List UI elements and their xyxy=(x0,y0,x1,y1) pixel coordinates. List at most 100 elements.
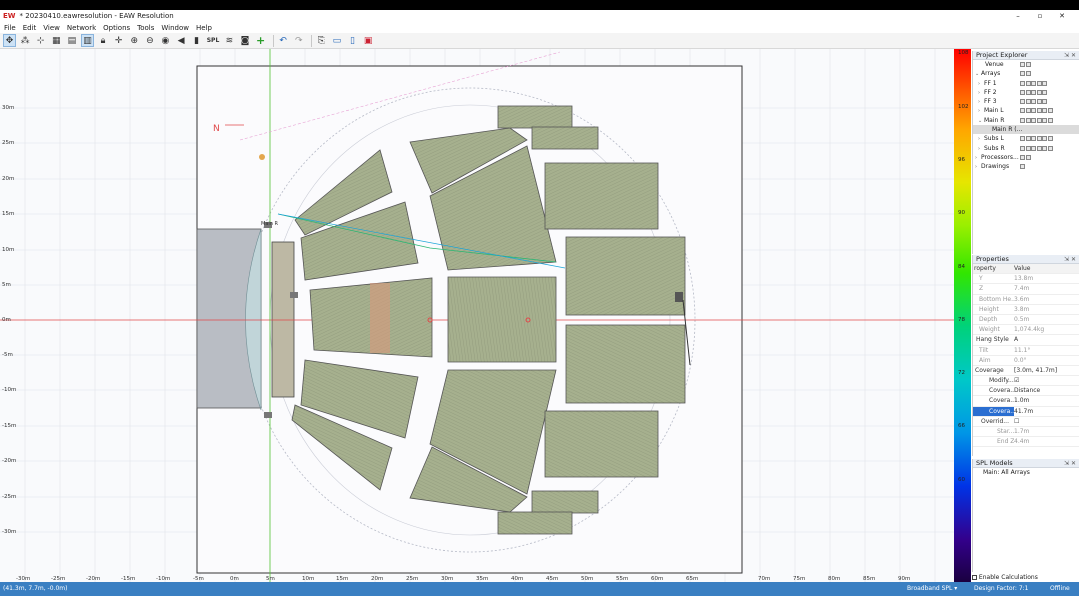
print-icon[interactable]: ▭ xyxy=(330,34,343,47)
property-row-coverage[interactable]: Coverage [3.0m, 41.7m] xyxy=(973,366,1079,377)
chart-tool-2-icon[interactable]: ▤ xyxy=(65,34,78,47)
move-icon[interactable]: ✛ xyxy=(112,34,125,47)
add-icon[interactable]: + xyxy=(254,34,267,47)
override-checkbox[interactable]: ☐ xyxy=(1014,417,1079,426)
tree-item-main-l[interactable]: › Main L xyxy=(973,106,1079,115)
file-icon[interactable]: ▯ xyxy=(346,34,359,47)
property-value[interactable]: 0.5m xyxy=(1014,315,1079,324)
maximize-button[interactable]: ▫ xyxy=(1029,10,1051,22)
save-icon[interactable]: ▣ xyxy=(362,34,375,47)
property-name: Overrid... xyxy=(981,417,1009,425)
property-row-coverage-mode[interactable]: Covera... Distance xyxy=(973,386,1079,397)
property-value[interactable]: 0.0° xyxy=(1014,356,1079,365)
tree-item-processors[interactable]: › Processors... xyxy=(973,153,1079,162)
tree-item-main-r[interactable]: ⌄ Main R xyxy=(973,116,1079,125)
property-value[interactable]: 1.0m xyxy=(1014,396,1079,405)
toolbar-separator xyxy=(310,34,312,47)
property-row-modify[interactable]: Modify... ☑ xyxy=(973,376,1079,387)
spl-button[interactable]: SPL xyxy=(206,34,221,47)
speaker-icon[interactable]: ◀ xyxy=(175,34,188,47)
grid-tool-icon[interactable]: ⊹ xyxy=(34,34,47,47)
select-tool-icon[interactable]: ✥ xyxy=(3,34,16,47)
property-value[interactable]: 13.8m xyxy=(1014,274,1079,283)
property-row-end-z[interactable]: End Z 4.4m xyxy=(973,437,1079,448)
tree-item-ff3[interactable]: › FF 3 xyxy=(973,97,1079,106)
meter-icon[interactable]: ▮ xyxy=(190,34,203,47)
calc-icon[interactable]: ≋ xyxy=(223,34,236,47)
window-title: * 20230410.eawresolution - EAW Resolutio… xyxy=(19,12,174,20)
checkbox-icon[interactable] xyxy=(972,575,977,580)
tree-item-subs-l[interactable]: › Subs L xyxy=(973,134,1079,143)
chart-tool-icon[interactable]: ▦ xyxy=(50,34,63,47)
tree-item-ff2[interactable]: › FF 2 xyxy=(973,88,1079,97)
tree-item-icons xyxy=(1020,80,1048,86)
modify-checkbox[interactable]: ☑ xyxy=(1014,376,1079,385)
menu-window[interactable]: Window xyxy=(161,24,189,32)
export-icon[interactable]: ⎘ xyxy=(315,34,328,47)
menu-edit[interactable]: Edit xyxy=(23,24,37,32)
property-row-tilt[interactable]: Tilt 11.1° xyxy=(973,346,1079,356)
enable-calculations-checkbox[interactable]: Enable Calculations xyxy=(972,574,1038,581)
view-icon[interactable]: ◉ xyxy=(159,34,172,47)
property-row-override[interactable]: Overrid... ☐ xyxy=(973,417,1079,427)
cursor-coordinates: (41.3m, 7.7m, -0.0m) xyxy=(3,585,68,592)
zoom-out-icon[interactable]: ⊖ xyxy=(143,34,156,47)
properties-panel: Properties ⇲ ✕ roperty Value Y 13.8m Z 7.4… xyxy=(972,255,1079,456)
property-row-height[interactable]: Height 3.8m xyxy=(973,305,1079,315)
pin-icon[interactable]: ⇲ ✕ xyxy=(1064,51,1076,60)
property-column: roperty xyxy=(974,265,996,272)
property-row-z[interactable]: Z 7.4m xyxy=(973,284,1079,295)
broadband-spl-dropdown[interactable]: Broadband SPL ▾ xyxy=(907,582,957,596)
tree-item-label: Venue xyxy=(985,61,1004,68)
venue-canvas[interactable]: N Main R 30m 25m 20m 15m 10m 5m 0m -5m -… xyxy=(0,49,954,582)
redo-icon[interactable]: ↷ xyxy=(292,34,305,47)
pin-icon[interactable]: ⇲ ✕ xyxy=(1064,459,1076,468)
tree-item-label: FF 1 xyxy=(984,79,997,87)
minimize-button[interactable]: – xyxy=(1007,10,1029,22)
property-row-aim[interactable]: Aim 0.0° xyxy=(973,356,1079,366)
property-value[interactable]: 11.1° xyxy=(1014,346,1079,355)
menu-tools[interactable]: Tools xyxy=(137,24,154,32)
lock-icon[interactable]: 🔒︎ xyxy=(97,34,110,47)
tree-item-arrays[interactable]: ⌄ Arrays xyxy=(973,69,1079,78)
tree-item-ff1[interactable]: › FF 1 xyxy=(973,79,1079,88)
camera-icon[interactable]: ◙ xyxy=(238,34,251,47)
array-tool-icon[interactable]: ⁂ xyxy=(19,34,32,47)
tree-item-icons xyxy=(1020,117,1054,123)
property-row-y[interactable]: Y 13.8m xyxy=(973,274,1079,285)
property-row-depth[interactable]: Depth 0.5m xyxy=(973,315,1079,326)
property-row-hang-style[interactable]: Hang Style A xyxy=(973,335,1079,346)
properties-header: Properties ⇲ ✕ xyxy=(973,255,1079,264)
property-row-coverage-end[interactable]: Covera... 41.7m xyxy=(973,406,1079,417)
menu-network[interactable]: Network xyxy=(67,24,96,32)
tree-item-subs-r[interactable]: › Subs R xyxy=(973,144,1079,153)
property-value[interactable]: 3.8m xyxy=(1014,305,1079,314)
menu-options[interactable]: Options xyxy=(103,24,130,32)
property-value[interactable]: 4.4m xyxy=(1014,437,1079,446)
tree-item-drawings[interactable]: › Drawings xyxy=(973,162,1079,171)
menu-help[interactable]: Help xyxy=(196,24,212,32)
menu-file[interactable]: File xyxy=(4,24,16,32)
pin-icon[interactable]: ⇲ ✕ xyxy=(1064,255,1076,264)
property-row-weight[interactable]: Weight 1,074.4kg xyxy=(973,325,1079,336)
spl-model-item[interactable]: Main: All Arrays xyxy=(973,468,1079,477)
chart-tool-3-icon[interactable]: ▥ xyxy=(80,34,94,47)
property-value[interactable]: 3.6m xyxy=(1014,295,1079,304)
menu-view[interactable]: View xyxy=(43,24,60,32)
property-row-coverage-start[interactable]: Covera... 1.0m xyxy=(973,396,1079,407)
undo-icon[interactable]: ↶ xyxy=(277,34,290,47)
property-value[interactable]: Distance xyxy=(1014,386,1079,395)
tree-item-main-r-child[interactable]: Main R (... xyxy=(973,125,1079,135)
zoom-in-icon[interactable]: ⊕ xyxy=(128,34,141,47)
property-value[interactable]: 41.7m xyxy=(1014,407,1079,416)
tree-item-venue[interactable]: Venue xyxy=(973,60,1079,69)
y-axis-label: 30m xyxy=(2,105,15,111)
property-row-start[interactable]: Star... 1.7m xyxy=(973,427,1079,438)
property-value[interactable]: [3.0m, 41.7m] xyxy=(1014,366,1079,375)
property-row-bottom-height[interactable]: Bottom He... 3.6m xyxy=(973,295,1079,305)
close-button[interactable]: ✕ xyxy=(1051,10,1073,22)
property-value[interactable]: 1.7m xyxy=(1014,427,1079,436)
property-value[interactable]: 1,074.4kg xyxy=(1014,325,1079,334)
property-value[interactable]: 7.4m xyxy=(1014,284,1079,293)
property-value[interactable]: A xyxy=(1014,335,1079,344)
